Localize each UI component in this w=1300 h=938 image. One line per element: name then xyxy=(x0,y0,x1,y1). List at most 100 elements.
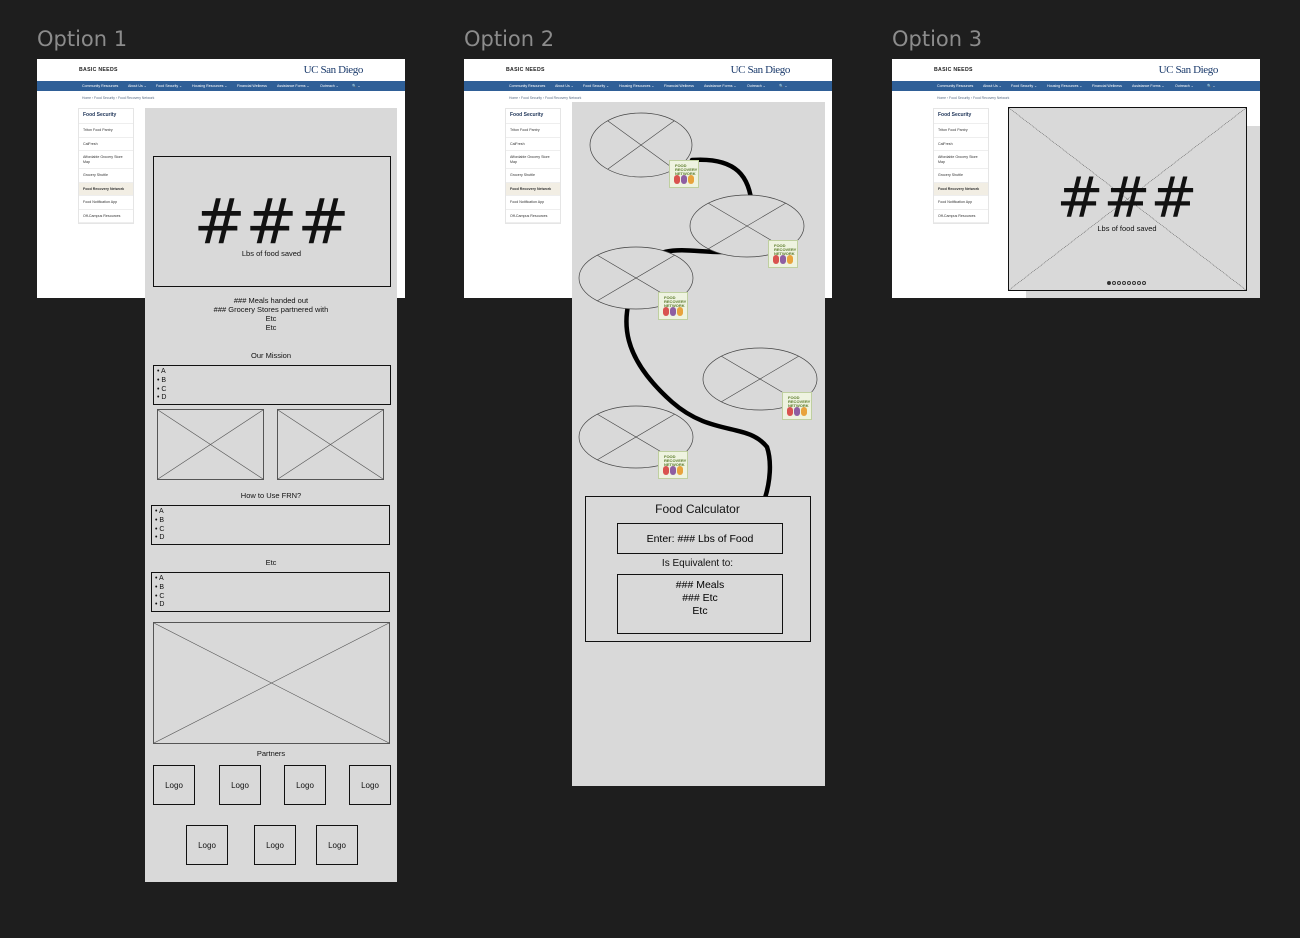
sidebar-item[interactable]: Triton Food Pantry xyxy=(79,124,133,138)
site-header: BASIC NEEDS UC San Diego xyxy=(464,59,832,81)
mission-list-box: A B C D xyxy=(153,365,391,405)
sidebar-item[interactable]: Grocery Shuttle xyxy=(79,169,133,183)
nav-item[interactable]: Housing Resources ⌄ xyxy=(619,84,654,88)
nav-item[interactable]: 🔍 ⌄ xyxy=(352,84,360,88)
sidebar-item[interactable]: Off-Campus Resources xyxy=(934,210,988,223)
option-2-wireframe-panel: FOOD RECOVERY NETWORK FOOD RECOVERY NETW… xyxy=(572,102,825,786)
sidebar-item[interactable]: Food Recovery Network xyxy=(506,182,560,196)
journey-map xyxy=(578,112,818,501)
sidebar-item[interactable]: Affordable Grocery Store Map xyxy=(79,151,133,169)
main-nav: Community Resources About Us ⌄ Food Securi… xyxy=(37,81,405,91)
nav-item[interactable]: Assistance Forms ⌄ xyxy=(704,84,737,88)
ucsd-logo[interactable]: UC San Diego xyxy=(304,64,364,76)
etc-item: C xyxy=(155,593,164,602)
carousel-dots[interactable] xyxy=(1107,281,1146,285)
etc-list-box: A B C D xyxy=(151,572,390,612)
nav-item[interactable]: About Us ⌄ xyxy=(555,84,574,88)
nav-item[interactable]: Community Resources xyxy=(937,84,973,88)
image-placeholder-large xyxy=(153,622,390,744)
sidebar-title: Food Security xyxy=(506,109,560,124)
breadcrumb[interactable]: Home › Food Security › Food Recovery Net… xyxy=(937,96,1009,100)
sidebar-item[interactable]: Food Notification App xyxy=(79,196,133,210)
stat-line: ### Meals handed out xyxy=(233,296,309,305)
sidebar-item[interactable]: Food Recovery Network xyxy=(934,182,988,196)
sidebar-item[interactable]: Food Recovery Network xyxy=(79,182,133,196)
nav-item[interactable]: 🔍 ⌄ xyxy=(1207,84,1215,88)
sidebar-nav: Food Security Triton Food Pantry CalFresh A… xyxy=(78,108,134,224)
sidebar-item[interactable]: Off-Campus Resources xyxy=(506,210,560,223)
ucsd-logo[interactable]: UC San Diego xyxy=(731,64,791,76)
carousel-dot[interactable] xyxy=(1142,281,1146,285)
image-placeholder xyxy=(157,409,264,480)
stat-carousel[interactable]: ### Lbs of food saved xyxy=(1008,107,1247,291)
nav-item[interactable]: 🔍 ⌄ xyxy=(779,84,787,88)
nav-item[interactable]: Outreach ⌄ xyxy=(1175,84,1194,88)
sidebar-item[interactable]: Affordable Grocery Store Map xyxy=(934,151,988,169)
etc-heading: Etc xyxy=(265,558,277,567)
partner-logo: Logo xyxy=(186,825,228,865)
carousel-dot[interactable] xyxy=(1112,281,1116,285)
sidebar-item[interactable]: Grocery Shuttle xyxy=(934,169,988,183)
nav-item[interactable]: Community Resources xyxy=(82,84,118,88)
partners-heading: Partners xyxy=(256,749,286,758)
breadcrumb[interactable]: Home › Food Security › Food Recovery Net… xyxy=(509,96,581,100)
image-placeholder xyxy=(277,409,384,480)
option-3-label: Option 3 xyxy=(892,27,983,51)
nav-item[interactable]: Assistance Forms ⌄ xyxy=(1132,84,1165,88)
sidebar-item[interactable]: Affordable Grocery Store Map xyxy=(506,151,560,169)
carousel-dot[interactable] xyxy=(1137,281,1141,285)
partner-logo: Logo xyxy=(284,765,326,805)
nav-item[interactable]: Food Security ⌄ xyxy=(1011,84,1037,88)
nav-item[interactable]: About Us ⌄ xyxy=(983,84,1002,88)
nav-item[interactable]: Financial Wellness xyxy=(664,84,694,88)
frn-logo-icon: FOOD RECOVERY NETWORK xyxy=(782,392,812,420)
sidebar-nav: Food Security Triton Food Pantry CalFresh A… xyxy=(933,108,989,224)
howto-item: B xyxy=(155,517,164,526)
sidebar-item[interactable]: Grocery Shuttle xyxy=(506,169,560,183)
nav-item[interactable]: Food Security ⌄ xyxy=(156,84,182,88)
carousel-dot[interactable] xyxy=(1117,281,1121,285)
partner-logo: Logo xyxy=(254,825,296,865)
sidebar-item[interactable]: Off-Campus Resources xyxy=(79,210,133,223)
site-brand[interactable]: BASIC NEEDS xyxy=(934,67,973,73)
carousel-dot[interactable] xyxy=(1122,281,1126,285)
etc-item: A xyxy=(155,575,164,584)
nav-item[interactable]: Financial Wellness xyxy=(1092,84,1122,88)
calculator-input[interactable]: Enter: ### Lbs of Food xyxy=(617,523,783,554)
stats-list: ### Meals handed out ### Grocery Stores … xyxy=(145,296,397,332)
carousel-caption: Lbs of food saved xyxy=(1097,224,1157,233)
partner-logo: Logo xyxy=(153,765,195,805)
sidebar-item[interactable]: CalFresh xyxy=(79,138,133,151)
nav-item[interactable]: Outreach ⌄ xyxy=(320,84,339,88)
nav-item[interactable]: Financial Wellness xyxy=(237,84,267,88)
hero-caption: Lbs of food saved xyxy=(241,249,302,258)
nav-item[interactable]: Outreach ⌄ xyxy=(747,84,766,88)
partner-logo: Logo xyxy=(349,765,391,805)
frn-logo-icon: FOOD RECOVERY NETWORK xyxy=(669,160,699,188)
frn-logo-icon: FOOD RECOVERY NETWORK xyxy=(658,292,688,320)
etc-item: D xyxy=(155,601,164,610)
nav-item[interactable]: Food Security ⌄ xyxy=(583,84,609,88)
nav-item[interactable]: Assistance Forms ⌄ xyxy=(277,84,310,88)
option-1-label: Option 1 xyxy=(37,27,128,51)
site-brand[interactable]: BASIC NEEDS xyxy=(506,67,545,73)
carousel-dot[interactable] xyxy=(1132,281,1136,285)
breadcrumb[interactable]: Home › Food Security › Food Recovery Net… xyxy=(82,96,154,100)
howto-item: D xyxy=(155,534,164,543)
sidebar-item[interactable]: Triton Food Pantry xyxy=(506,124,560,138)
sidebar-item[interactable]: CalFresh xyxy=(934,138,988,151)
sidebar-item[interactable]: Food Notification App xyxy=(934,196,988,210)
ucsd-logo[interactable]: UC San Diego xyxy=(1159,64,1219,76)
carousel-dot[interactable] xyxy=(1127,281,1131,285)
nav-item[interactable]: Housing Resources ⌄ xyxy=(1047,84,1082,88)
carousel-dot[interactable] xyxy=(1107,281,1111,285)
nav-item[interactable]: Housing Resources ⌄ xyxy=(192,84,227,88)
sidebar-item[interactable]: Food Notification App xyxy=(506,196,560,210)
mission-item: A xyxy=(157,368,166,377)
sidebar-item[interactable]: Triton Food Pantry xyxy=(934,124,988,138)
nav-item[interactable]: Community Resources xyxy=(509,84,545,88)
howto-item: A xyxy=(155,508,164,517)
nav-item[interactable]: About Us ⌄ xyxy=(128,84,147,88)
site-brand[interactable]: BASIC NEEDS xyxy=(79,67,118,73)
sidebar-item[interactable]: CalFresh xyxy=(506,138,560,151)
